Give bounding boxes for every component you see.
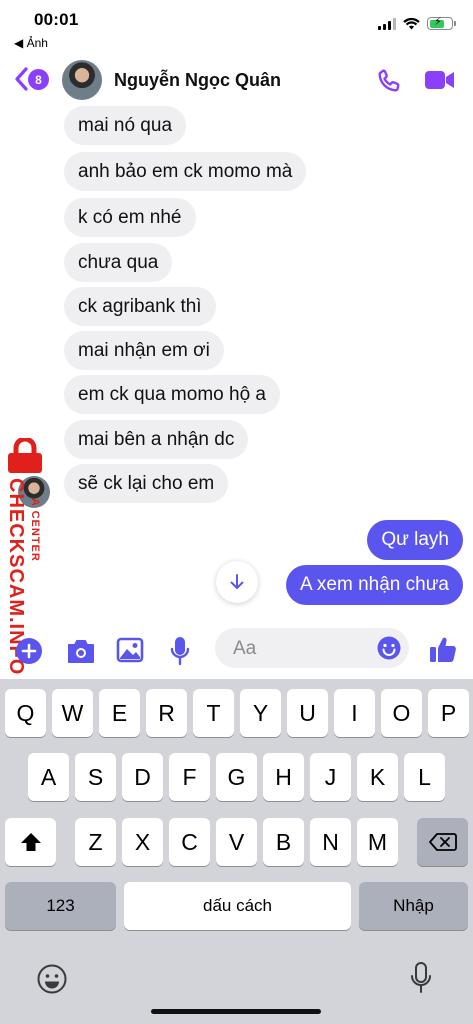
- emoji-keyboard-icon[interactable]: [36, 963, 68, 995]
- incoming-message[interactable]: anh bảo em ck momo mà: [64, 152, 307, 191]
- key-l[interactable]: L: [404, 753, 445, 801]
- key-a[interactable]: A: [28, 753, 69, 801]
- incoming-message[interactable]: sẽ ck lại cho em: [64, 464, 229, 503]
- incoming-message[interactable]: mai bên a nhận dc: [64, 420, 249, 459]
- incoming-message[interactable]: mai nhận em ơi: [64, 331, 224, 370]
- sender-avatar[interactable]: [18, 476, 50, 508]
- key-r[interactable]: R: [146, 689, 187, 737]
- message-input-placeholder: Aa: [233, 638, 257, 659]
- shift-key[interactable]: [5, 818, 56, 866]
- camera-icon[interactable]: [66, 638, 96, 664]
- microphone-icon[interactable]: [170, 636, 190, 666]
- space-key[interactable]: dấu cách: [124, 882, 351, 930]
- message-composer: Aa: [0, 624, 473, 678]
- incoming-message[interactable]: mai nó qua: [64, 106, 187, 145]
- key-p[interactable]: P: [428, 689, 469, 737]
- status-bar: 00:01 ◀ Ảnh ⚡: [0, 0, 473, 56]
- key-h[interactable]: H: [263, 753, 304, 801]
- return-key[interactable]: Nhập: [359, 882, 468, 930]
- key-m[interactable]: M: [357, 818, 398, 866]
- key-t[interactable]: T: [193, 689, 234, 737]
- key-j[interactable]: J: [310, 753, 351, 801]
- incoming-message[interactable]: chưa qua: [64, 243, 173, 282]
- key-y[interactable]: Y: [240, 689, 281, 737]
- wifi-icon: [403, 17, 420, 30]
- key-d[interactable]: D: [122, 753, 163, 801]
- battery-icon: ⚡: [427, 16, 456, 30]
- contact-avatar[interactable]: [62, 60, 102, 100]
- key-g[interactable]: G: [216, 753, 257, 801]
- key-c[interactable]: C: [169, 818, 210, 866]
- key-i[interactable]: I: [334, 689, 375, 737]
- key-s[interactable]: S: [75, 753, 116, 801]
- message-input[interactable]: Aa: [215, 628, 409, 668]
- key-x[interactable]: X: [122, 818, 163, 866]
- shift-arrow-icon: [20, 833, 41, 851]
- key-q[interactable]: Q: [5, 689, 46, 737]
- incoming-message[interactable]: k có em nhé: [64, 198, 196, 237]
- key-b[interactable]: B: [263, 818, 304, 866]
- emoji-icon[interactable]: [377, 636, 401, 660]
- status-time: 00:01: [34, 10, 79, 29]
- outgoing-message[interactable]: Qư layh: [367, 520, 463, 560]
- video-call-icon[interactable]: [424, 69, 456, 91]
- key-v[interactable]: V: [216, 818, 257, 866]
- thumbs-up-icon[interactable]: [428, 635, 458, 665]
- arrow-down-icon: [230, 574, 244, 589]
- key-k[interactable]: K: [357, 753, 398, 801]
- message-thread[interactable]: mai nó qua anh bảo em ck momo mà k có em…: [0, 104, 473, 624]
- incoming-message[interactable]: em ck qua momo hộ a: [64, 375, 280, 414]
- photo-gallery-icon[interactable]: [116, 637, 144, 663]
- key-f[interactable]: F: [169, 753, 210, 801]
- cellular-signal-icon: [378, 17, 396, 30]
- chat-header: 8 Nguyễn Ngọc Quân: [0, 56, 473, 104]
- dictation-microphone-icon[interactable]: [410, 961, 432, 995]
- numbers-key[interactable]: 123: [5, 882, 116, 930]
- key-o[interactable]: O: [381, 689, 422, 737]
- key-z[interactable]: Z: [75, 818, 116, 866]
- plus-circle-icon[interactable]: [15, 637, 43, 665]
- unread-count-badge[interactable]: 8: [28, 69, 49, 90]
- key-n[interactable]: N: [310, 818, 351, 866]
- back-to-app-link[interactable]: ◀ Ảnh: [14, 36, 48, 50]
- delete-backspace-icon: [428, 833, 457, 851]
- onscreen-keyboard: Q W E R T Y U I O P A S D F G H J K L Z …: [0, 679, 473, 1024]
- key-w[interactable]: W: [52, 689, 93, 737]
- outgoing-message[interactable]: A xem nhận chưa: [286, 565, 463, 605]
- contact-name[interactable]: Nguyễn Ngọc Quân: [114, 70, 281, 91]
- key-u[interactable]: U: [287, 689, 328, 737]
- phone-call-icon[interactable]: [376, 68, 402, 94]
- home-indicator: [151, 1009, 321, 1014]
- incoming-message[interactable]: ck agribank thì: [64, 287, 216, 326]
- scroll-to-bottom-button[interactable]: [216, 561, 258, 603]
- status-icons: ⚡: [378, 16, 456, 30]
- backspace-key[interactable]: [417, 818, 468, 866]
- key-e[interactable]: E: [99, 689, 140, 737]
